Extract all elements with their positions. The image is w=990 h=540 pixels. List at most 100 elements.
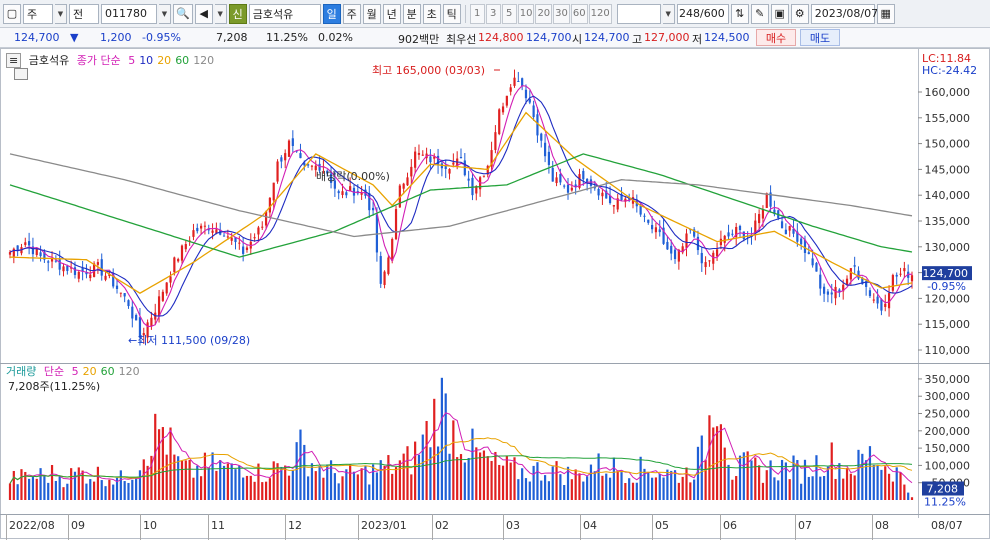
- volume-bar: [391, 473, 394, 500]
- volume-bar: [777, 480, 780, 500]
- volume-bar: [142, 459, 145, 500]
- candle-body: [673, 249, 677, 260]
- interval-button-10[interactable]: 10: [517, 3, 535, 24]
- interval-button-60[interactable]: 60: [570, 3, 588, 24]
- volume-bar: [842, 478, 845, 500]
- tab-day[interactable]: 일: [322, 3, 341, 24]
- interval-input[interactable]: [616, 3, 661, 24]
- calendar-icon[interactable]: ▦: [876, 3, 895, 24]
- table-icon[interactable]: [14, 68, 28, 80]
- volume-tick-label: 200,000: [925, 425, 971, 438]
- best-quote-label: 최우선: [446, 33, 477, 46]
- candle-body: [39, 252, 42, 257]
- volume-bar: [639, 456, 642, 500]
- volume-bar: [662, 477, 665, 500]
- volume-bar: [406, 446, 409, 500]
- volume-bar: [192, 477, 195, 500]
- interval-button-5[interactable]: 5: [501, 3, 517, 24]
- ma-legend-5: 5: [128, 54, 136, 67]
- candle-body: [742, 231, 745, 239]
- tab-minute[interactable]: 분: [402, 3, 421, 24]
- buy-label: 매수: [765, 31, 787, 45]
- count-input[interactable]: 248/600: [676, 3, 729, 24]
- speaker-dropdown-icon[interactable]: ▼: [214, 3, 227, 24]
- candle-body: [180, 245, 184, 261]
- open-price: 124,700: [584, 31, 630, 44]
- volume-bar: [456, 457, 459, 500]
- candle-body: [230, 237, 233, 241]
- tab-second[interactable]: 초: [422, 3, 441, 24]
- code-dropdown-icon[interactable]: ▼: [159, 3, 171, 24]
- volume-bar: [490, 460, 493, 500]
- speaker-icon[interactable]: ◀: [194, 3, 213, 24]
- interval-button-20[interactable]: 20: [535, 3, 553, 24]
- layout-toggle-icon[interactable]: ≡: [6, 53, 22, 68]
- volume-bar: [681, 476, 684, 500]
- code-input[interactable]: 011780: [101, 3, 157, 24]
- volume-bar: [586, 476, 589, 500]
- interval-dropdown-icon[interactable]: ▼: [662, 3, 675, 24]
- interval-button-1[interactable]: 1: [469, 3, 485, 24]
- volume-bar: [616, 470, 619, 500]
- chevron-down-icon[interactable]: ▼: [55, 3, 67, 24]
- volume-bar: [693, 479, 696, 500]
- down-arrow-icon: ▼: [70, 31, 79, 44]
- volume-panel-title: 거래량: [6, 365, 37, 378]
- search-icon[interactable]: 🔍: [173, 3, 193, 24]
- candle-body: [765, 193, 768, 208]
- layout-icon[interactable]: ▢: [3, 3, 21, 24]
- candle-body: [96, 262, 100, 265]
- candle-body: [150, 317, 153, 327]
- tab-month-label: 월: [366, 7, 377, 21]
- candle-body: [402, 183, 405, 189]
- interval-buttons: 1 3 5 10 20 30 60 120: [469, 3, 612, 24]
- period-select[interactable]: 주: [23, 3, 53, 24]
- candle-body: [501, 106, 505, 113]
- volume-bar: [70, 468, 73, 500]
- volume-bar: [310, 463, 314, 500]
- vol-ma-legend-5: 5: [71, 365, 79, 378]
- volume-bar: [635, 482, 638, 500]
- candle-body: [708, 260, 711, 262]
- volume-bar: [708, 415, 711, 500]
- candle-body: [853, 265, 856, 267]
- chart-tools-icon[interactable]: ⇅: [730, 3, 749, 24]
- tab-year[interactable]: 년: [382, 3, 401, 24]
- volume-bar: [677, 482, 680, 500]
- candle-body: [647, 219, 650, 223]
- candle-body: [284, 153, 287, 161]
- volume-bar: [352, 471, 356, 500]
- volume-bar: [861, 453, 864, 500]
- candle-body: [337, 191, 340, 194]
- candle-body: [643, 215, 646, 217]
- trade-amount: 902백만: [398, 33, 440, 46]
- candle-body: [494, 132, 497, 150]
- volume-bar: [207, 467, 210, 500]
- candle-body: [784, 229, 787, 235]
- candle-body: [654, 227, 658, 233]
- tab-week[interactable]: 주: [342, 3, 361, 24]
- volume-bar: [880, 469, 883, 500]
- candle-body: [566, 184, 570, 193]
- sell-button[interactable]: 매도: [800, 29, 840, 46]
- tab-month[interactable]: 월: [362, 3, 381, 24]
- stock-chart[interactable]: 160,000 155,000 150,000 145,000 140,000 135,0…: [0, 48, 990, 540]
- tab-tick[interactable]: 틱: [442, 3, 461, 24]
- prev-button[interactable]: 전: [69, 3, 99, 24]
- buy-button[interactable]: 매수: [756, 29, 796, 46]
- interval-button-3[interactable]: 3: [485, 3, 501, 24]
- candle-body: [368, 192, 371, 211]
- volume-bar: [765, 470, 768, 500]
- volume-bar: [494, 451, 497, 500]
- volume-ma-periods: 5 20 60 120: [72, 365, 144, 378]
- gear-icon[interactable]: ⚙: [790, 3, 809, 24]
- date-input[interactable]: 2023/08/07: [810, 3, 878, 24]
- draw-tool-icon[interactable]: ✎: [750, 3, 769, 24]
- interval-button-30[interactable]: 30: [553, 3, 570, 24]
- volume-bar: [39, 468, 42, 500]
- interval-button-120[interactable]: 120: [588, 3, 612, 24]
- volume-bar: [333, 473, 336, 500]
- volume-bar: [226, 463, 229, 500]
- current-price: 124,700: [14, 31, 60, 44]
- save-icon[interactable]: ▣: [770, 3, 789, 24]
